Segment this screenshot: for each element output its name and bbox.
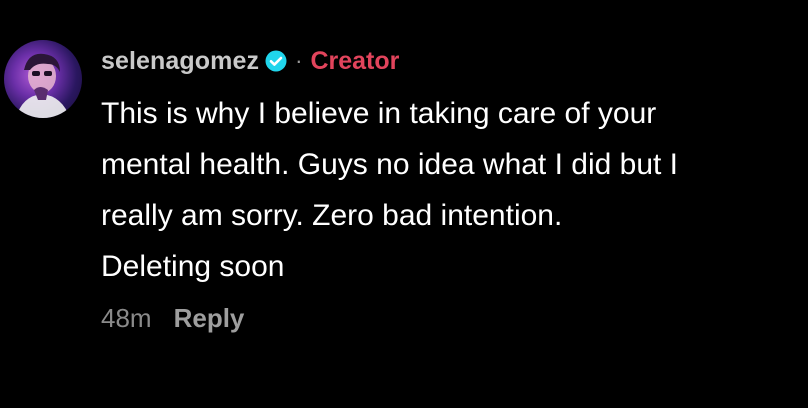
comment-meta: 48m Reply bbox=[101, 300, 244, 336]
comment-header: selenagomez · Creator bbox=[101, 44, 399, 78]
comment-text-line: really am sorry. Zero bad intention. bbox=[101, 199, 563, 232]
comment-text-line: Deleting soon bbox=[101, 250, 285, 283]
separator-dot: · bbox=[295, 48, 303, 73]
comment-text: This is why I believe in taking care of … bbox=[101, 88, 801, 292]
verified-check-icon bbox=[265, 50, 287, 72]
reply-button[interactable]: Reply bbox=[174, 303, 245, 334]
comment-text-line: This is why I believe in taking care of … bbox=[101, 97, 657, 130]
username-link[interactable]: selenagomez bbox=[101, 47, 259, 76]
timestamp: 48m bbox=[101, 302, 152, 333]
avatar[interactable] bbox=[4, 40, 82, 118]
comment-text-line: mental health. Guys no idea what I did b… bbox=[101, 148, 679, 181]
creator-badge: Creator bbox=[310, 46, 400, 75]
avatar-image bbox=[16, 53, 70, 118]
comment-item: selenagomez · Creator This is why I beli… bbox=[0, 0, 808, 408]
